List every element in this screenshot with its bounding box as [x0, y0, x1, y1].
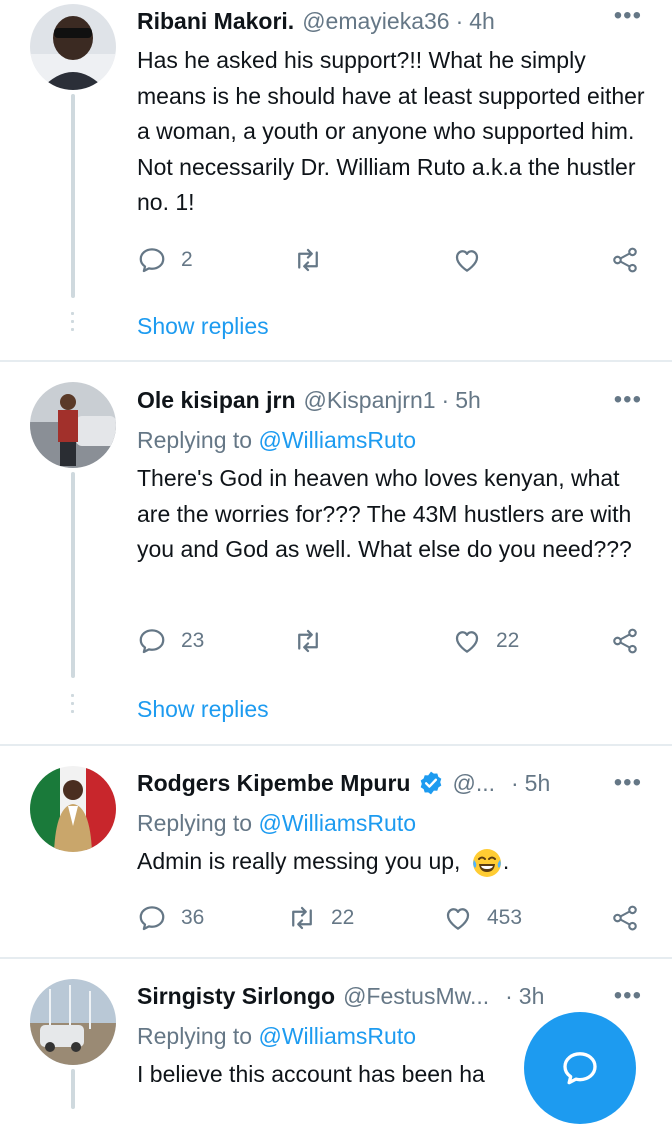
tweet-2[interactable]: Ole kisipan jrn @Kispanjrn1 · 5h ••• Rep…: [0, 362, 672, 744]
avatar[interactable]: [30, 979, 116, 1065]
thread-line: [71, 1069, 75, 1109]
tweet-text-suffix: .: [502, 848, 510, 874]
tweet-text: Admin is really messing you up,: [137, 848, 461, 874]
mention-link[interactable]: @WilliamsRuto: [258, 1023, 416, 1049]
share-button[interactable]: [610, 243, 640, 277]
like-icon: [446, 908, 470, 930]
thread-line: [71, 94, 75, 298]
mention-link[interactable]: @WilliamsRuto: [258, 427, 416, 453]
mention-link[interactable]: @WilliamsRuto: [258, 810, 416, 836]
reply-button[interactable]: 23: [137, 624, 204, 658]
like-icon: [455, 250, 479, 272]
avatar[interactable]: [30, 382, 116, 468]
like-button[interactable]: 22: [452, 624, 519, 658]
tweet-actions: 2: [137, 243, 642, 277]
timestamp[interactable]: 4h: [469, 8, 495, 35]
share-icon: [613, 905, 637, 931]
like-count: 22: [496, 629, 520, 652]
reply-count: 23: [181, 629, 205, 652]
share-icon: [613, 628, 637, 654]
display-name[interactable]: Ribani Makori.: [137, 8, 294, 35]
replying-to: Replying to @WilliamsRuto: [137, 427, 416, 454]
reply-icon: [139, 906, 165, 931]
verified-icon: [421, 771, 442, 795]
user-handle[interactable]: @...: [452, 770, 495, 797]
show-replies-link[interactable]: Show replies: [137, 696, 269, 723]
timestamp[interactable]: 5h: [455, 387, 481, 414]
more-icon[interactable]: •••: [614, 771, 642, 795]
compose-reply-button[interactable]: [524, 1012, 636, 1124]
reply-count: 2: [181, 248, 193, 271]
separator: ·: [511, 769, 519, 796]
retweet-button[interactable]: [293, 624, 323, 658]
avatar[interactable]: [30, 4, 116, 90]
user-handle[interactable]: @FestusMw...: [343, 983, 489, 1010]
tweet-actions: 36 22 453: [137, 901, 642, 935]
tweet-actions: 23 22: [137, 624, 642, 658]
display-name[interactable]: Rodgers Kipembe Mpuru: [137, 770, 410, 797]
tweet-header: Sirngisty Sirlongo @FestusMw... · 3h: [137, 979, 652, 1013]
timestamp[interactable]: 5h: [525, 770, 551, 797]
share-icon: [613, 247, 637, 273]
like-icon: [455, 631, 479, 653]
thread-dots: [71, 312, 75, 336]
reply-icon: [139, 629, 165, 654]
like-button[interactable]: 453: [443, 901, 522, 935]
retweet-count: 22: [331, 906, 355, 929]
replying-to-label: Replying to: [137, 810, 253, 836]
tweet-text: There's God in heaven who loves kenyan, …: [137, 465, 632, 562]
user-handle[interactable]: @emayieka36: [302, 8, 449, 35]
retweet-icon: [298, 629, 318, 653]
retweet-button[interactable]: 22: [287, 901, 354, 935]
display-name[interactable]: Sirngisty Sirlongo: [137, 983, 335, 1010]
replying-to-label: Replying to: [137, 427, 253, 453]
compose-reply-icon: [563, 1052, 597, 1085]
replying-to-label: Replying to: [137, 1023, 253, 1049]
retweet-icon: [292, 906, 312, 930]
timestamp[interactable]: 3h: [519, 983, 545, 1010]
like-count: 453: [487, 906, 523, 929]
tweet-text: Has he asked his support?!! What he simp…: [137, 47, 645, 215]
thread-line: [71, 472, 75, 678]
tweet-1[interactable]: Ribani Makori. @emayieka36 · 4h ••• Has …: [0, 0, 672, 360]
avatar[interactable]: [30, 766, 116, 852]
laughing-crying-emoji-icon: [472, 848, 501, 877]
user-handle[interactable]: @Kispanjrn1: [304, 387, 436, 414]
reply-button[interactable]: 2: [137, 243, 193, 277]
tweet-3[interactable]: Rodgers Kipembe Mpuru @... · 5h ••• Repl…: [0, 746, 672, 956]
show-replies-link[interactable]: Show replies: [137, 313, 269, 340]
reply-icon: [139, 248, 165, 273]
retweet-button[interactable]: [293, 243, 323, 277]
like-button[interactable]: [452, 243, 482, 277]
tweet-header: Ribani Makori. @emayieka36 · 4h: [137, 4, 652, 38]
reply-button[interactable]: 36: [137, 901, 204, 935]
replying-to: Replying to @WilliamsRuto: [137, 810, 416, 837]
tweet-header: Ole kisipan jrn @Kispanjrn1 · 5h: [137, 383, 652, 417]
share-button[interactable]: [610, 624, 640, 658]
separator: ·: [441, 386, 450, 413]
tweet-header: Rodgers Kipembe Mpuru @... · 5h: [137, 766, 652, 800]
reply-count: 36: [181, 906, 205, 929]
tweet-text-container: Admin is really messing you up, .: [137, 844, 652, 880]
display-name[interactable]: Ole kisipan jrn: [137, 387, 296, 414]
separator: ·: [455, 7, 464, 34]
replying-to: Replying to @WilliamsRuto: [137, 1023, 416, 1050]
thread-dots: [71, 694, 75, 718]
more-icon[interactable]: •••: [614, 388, 642, 412]
retweet-icon: [298, 248, 318, 272]
more-icon[interactable]: •••: [614, 984, 642, 1008]
separator: ·: [505, 982, 513, 1009]
more-icon[interactable]: •••: [614, 4, 642, 28]
share-button[interactable]: [610, 901, 640, 935]
